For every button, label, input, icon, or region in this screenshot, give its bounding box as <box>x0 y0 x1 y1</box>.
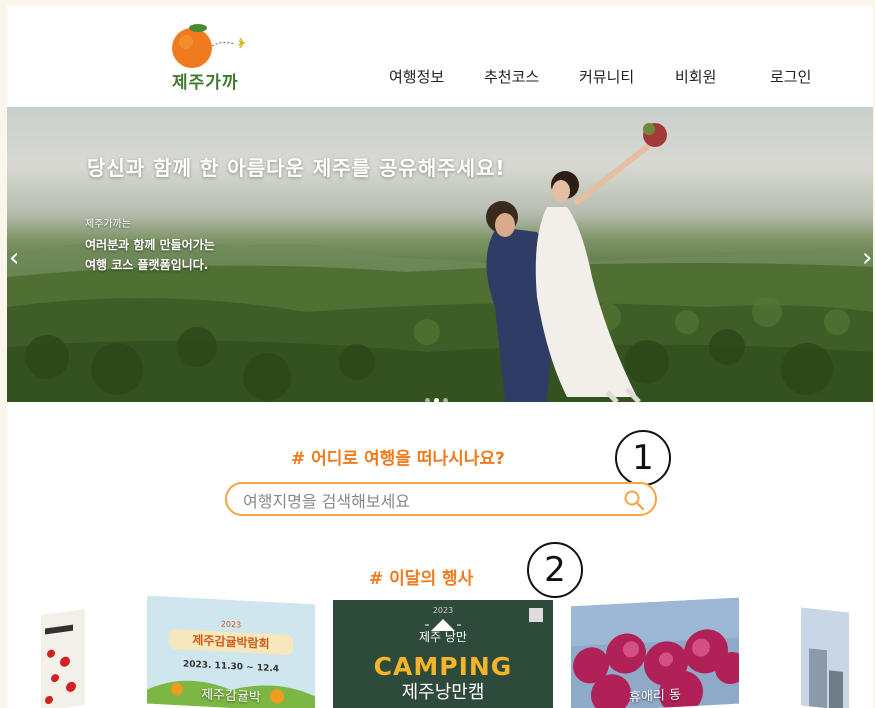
event-poster <box>809 648 843 708</box>
event-poster-label: 제주 낭만 <box>419 630 467 644</box>
main-nav: 여행정보 추천코스 커뮤니티 비회원 로그인 <box>7 66 873 90</box>
nav-travel-info[interactable]: 여행정보 <box>389 66 444 87</box>
slide-indicator <box>423 388 450 402</box>
slide-dot-active[interactable] <box>434 398 439 402</box>
event-caption: 제주낭만캠 <box>401 682 485 703</box>
page-frame: 제주가까 여행정보 추천코스 커뮤니티 비회원 로그인 당신과 함께 한 아름다… <box>7 6 873 708</box>
slide-dot[interactable] <box>443 398 448 402</box>
annotation-marker-1: 1 <box>615 430 671 486</box>
event-card[interactable]: 휴애리 동 <box>571 597 739 708</box>
search-bar <box>225 482 657 516</box>
hero-title: 당신과 함께 한 아름다운 제주를 공유해주세요! <box>87 156 506 180</box>
search-section-title: # 어디로 여행을 떠나시나요? <box>291 449 505 469</box>
nav-recommended-course[interactable]: 추천코스 <box>484 66 539 87</box>
next-slide-icon[interactable]: › <box>862 245 872 271</box>
event-card[interactable] <box>801 607 849 708</box>
nav-community[interactable]: 커뮤니티 <box>579 66 634 87</box>
qr-code-icon <box>529 608 543 622</box>
event-card[interactable]: 2023 제주 낭만 CAMPING 제주낭만캠 <box>333 600 553 708</box>
search-icon[interactable] <box>623 489 645 511</box>
hero-sub-line2: 여행 코스 플랫폼입니다. <box>85 258 209 272</box>
event-poster-title: 제주감귤박람회 <box>169 628 293 656</box>
search-input[interactable] <box>241 488 625 514</box>
event-year: 2023 <box>432 606 454 615</box>
slide-dot[interactable] <box>425 398 430 402</box>
event-poster <box>45 624 76 705</box>
event-poster-title: CAMPING <box>373 652 513 681</box>
event-card[interactable] <box>41 608 85 708</box>
hero-subtitle: 제주가까는 여러분과 함께 만들어가는 여행 코스 플랫폼입니다. <box>85 215 215 275</box>
events-section-title: # 이달의 행사 <box>369 569 474 589</box>
prev-slide-icon[interactable]: ‹ <box>9 245 19 271</box>
annotation-marker-2: 2 <box>527 542 583 598</box>
hero-sub-small: 제주가까는 <box>85 219 131 230</box>
hero-sub-line1: 여러분과 함께 만들어가는 <box>85 238 215 252</box>
nav-guest[interactable]: 비회원 <box>675 66 716 87</box>
event-carousel: 2023 제주감귤박람회 2023. 11.30 ~ 12.4 제주감귤박 20… <box>7 595 873 708</box>
event-card[interactable]: 2023 제주감귤박람회 2023. 11.30 ~ 12.4 제주감귤박 <box>147 595 315 708</box>
hero-banner: 당신과 함께 한 아름다운 제주를 공유해주세요! 제주가까는 여러분과 함께 … <box>7 107 873 402</box>
nav-login[interactable]: 로그인 <box>770 66 811 87</box>
